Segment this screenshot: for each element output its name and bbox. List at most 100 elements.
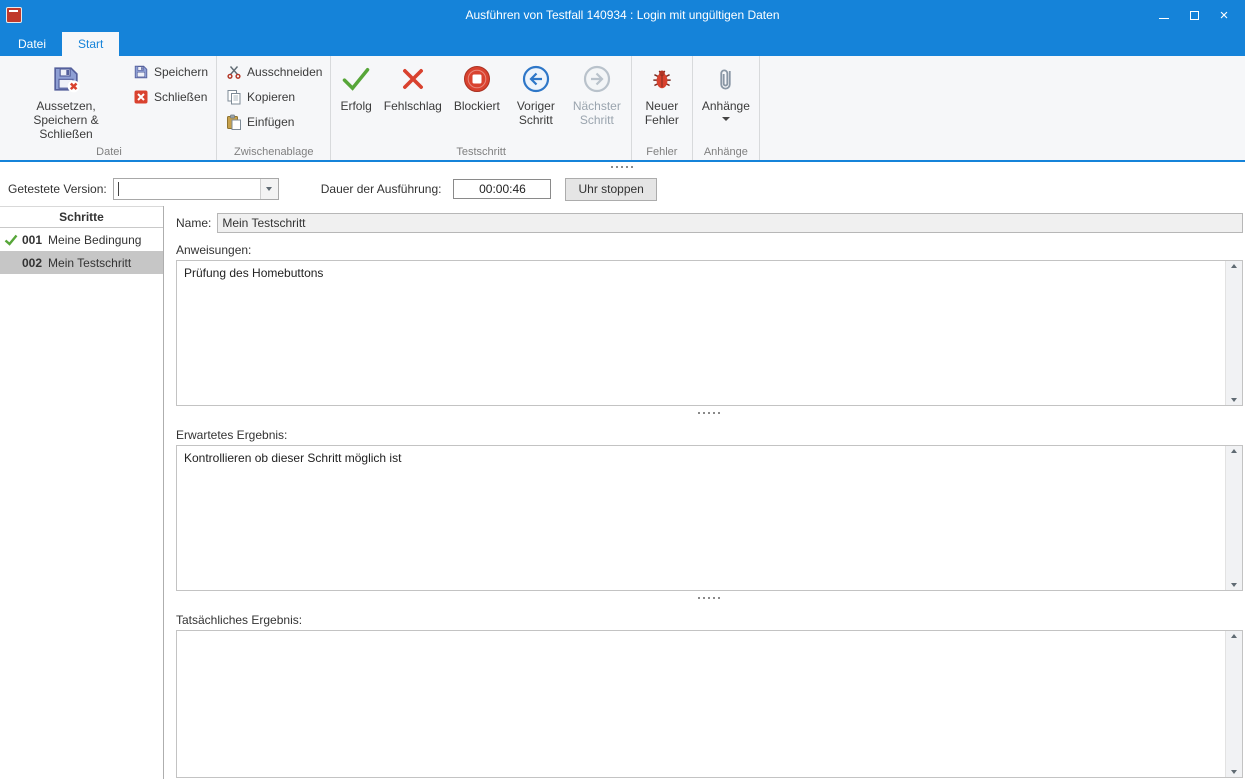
suspend-save-close-button[interactable]: Aussetzen, Speichern & Schließen xyxy=(5,58,127,144)
x-icon xyxy=(400,61,426,97)
paste-label: Einfügen xyxy=(247,115,294,129)
close-testcase-label: Schließen xyxy=(154,90,207,104)
blockiert-button[interactable]: Blockiert xyxy=(448,58,506,116)
save-label: Speichern xyxy=(154,65,208,79)
expected-result-box: Kontrollieren ob dieser Schritt möglich … xyxy=(176,445,1243,591)
arrow-right-circle-icon xyxy=(583,61,611,97)
tab-start[interactable]: Start xyxy=(62,32,119,56)
combobox-dropdown-button[interactable] xyxy=(260,179,278,199)
minimize-button[interactable] xyxy=(1149,0,1179,30)
expected-result-textarea[interactable]: Kontrollieren ob dieser Schritt möglich … xyxy=(177,446,1225,590)
chevron-down-icon xyxy=(722,117,730,121)
grip-dots-icon xyxy=(698,597,700,599)
group-label-datei: Datei xyxy=(2,146,216,158)
fehlschlag-button[interactable]: Fehlschlag xyxy=(378,58,448,116)
scroll-up-icon xyxy=(1231,264,1237,268)
step-label: Meine Bedingung xyxy=(48,233,141,247)
tested-version-combobox[interactable] xyxy=(113,178,279,200)
steps-panel: Schritte 001 Meine Bedingung 002 Mein Te… xyxy=(0,206,164,779)
naechster-schritt-button[interactable]: Nächster Schritt xyxy=(566,58,628,130)
erfolg-label: Erfolg xyxy=(340,99,371,113)
minimize-icon xyxy=(1159,18,1169,19)
name-field[interactable] xyxy=(217,213,1243,233)
cut-button[interactable]: Ausschneiden xyxy=(220,61,327,83)
titlebar: Ausführen von Testfall 140934 : Login mi… xyxy=(0,0,1245,30)
group-label-fehler: Fehler xyxy=(632,146,692,158)
instructions-textarea[interactable]: Prüfung des Homebuttons xyxy=(177,261,1225,405)
scroll-down-icon xyxy=(1231,398,1237,402)
maximize-button[interactable] xyxy=(1179,0,1209,30)
group-label-testschritt: Testschritt xyxy=(331,146,630,158)
ribbon-grip[interactable] xyxy=(0,162,1245,172)
close-button[interactable]: × xyxy=(1209,0,1239,30)
actual-result-textarea[interactable] xyxy=(177,631,1225,777)
neuer-fehler-button[interactable]: Neuer Fehler xyxy=(635,58,689,130)
app-icon[interactable] xyxy=(6,7,22,23)
text-caret xyxy=(118,182,119,196)
step-row-001[interactable]: 001 Meine Bedingung xyxy=(0,228,163,251)
neuer-fehler-label: Neuer Fehler xyxy=(641,99,683,127)
step-detail-form: Name: Anweisungen: Prüfung des Homebutto… xyxy=(164,206,1245,779)
copy-icon xyxy=(225,89,242,105)
actual-result-box xyxy=(176,630,1243,778)
paste-icon xyxy=(225,114,242,130)
expected-result-label: Erwartetes Ergebnis: xyxy=(176,428,1243,442)
ribbon: Aussetzen, Speichern & Schließen Speiche… xyxy=(0,56,1245,162)
tested-version-label: Getestete Version: xyxy=(8,182,107,196)
main-content: Schritte 001 Meine Bedingung 002 Mein Te… xyxy=(0,206,1245,779)
tab-datei[interactable]: Datei xyxy=(2,32,62,56)
step-number: 001 xyxy=(22,233,42,247)
window-title: Ausführen von Testfall 140934 : Login mi… xyxy=(0,8,1245,22)
voriger-schritt-button[interactable]: Voriger Schritt xyxy=(506,58,566,130)
actual-result-scrollbar[interactable] xyxy=(1225,631,1242,777)
copy-label: Kopieren xyxy=(247,90,295,104)
expected-result-scrollbar[interactable] xyxy=(1225,446,1242,590)
paste-button[interactable]: Einfügen xyxy=(220,111,327,133)
close-red-icon xyxy=(132,89,149,105)
group-label-zwischenablage: Zwischenablage xyxy=(217,146,330,158)
erfolg-button[interactable]: Erfolg xyxy=(334,58,377,116)
execution-toolbar: Getestete Version: Dauer der Ausführung:… xyxy=(0,172,1245,206)
blockiert-label: Blockiert xyxy=(454,99,500,113)
instructions-scrollbar[interactable] xyxy=(1225,261,1242,405)
fehlschlag-label: Fehlschlag xyxy=(384,99,442,113)
ribbon-group-testschritt: Erfolg Fehlschlag Blocki xyxy=(331,56,631,160)
bug-icon xyxy=(649,61,675,97)
scissors-icon xyxy=(225,64,242,80)
instructions-label: Anweisungen: xyxy=(176,243,1243,257)
close-testcase-button[interactable]: Schließen xyxy=(127,86,213,108)
splitter-grip[interactable] xyxy=(176,591,1243,604)
instructions-box: Prüfung des Homebuttons xyxy=(176,260,1243,406)
steps-panel-header: Schritte xyxy=(0,206,163,228)
anhaenge-button[interactable]: Anhänge xyxy=(696,58,756,124)
ribbon-group-fehler: Neuer Fehler Fehler xyxy=(632,56,693,160)
name-label: Name: xyxy=(176,216,211,230)
stop-clock-button[interactable]: Uhr stoppen xyxy=(565,178,656,201)
anhaenge-label: Anhänge xyxy=(702,99,750,113)
tested-version-value xyxy=(114,179,260,199)
save-button[interactable]: Speichern xyxy=(127,61,213,83)
check-icon xyxy=(341,61,371,97)
ribbon-group-anhaenge: Anhänge Anhänge xyxy=(693,56,760,160)
copy-button[interactable]: Kopieren xyxy=(220,86,327,108)
scroll-up-icon xyxy=(1231,634,1237,638)
step-label: Mein Testschritt xyxy=(48,256,131,270)
stop-icon xyxy=(463,61,491,97)
grip-dots-icon xyxy=(698,412,700,414)
step-row-002[interactable]: 002 Mein Testschritt xyxy=(0,251,163,274)
ribbon-tab-bar: Datei Start xyxy=(0,30,1245,56)
scroll-down-icon xyxy=(1231,770,1237,774)
group-label-anhaenge: Anhänge xyxy=(693,146,759,158)
chevron-down-icon xyxy=(266,187,272,191)
splitter-grip[interactable] xyxy=(176,406,1243,419)
cut-label: Ausschneiden xyxy=(247,65,322,79)
duration-field[interactable] xyxy=(453,179,551,199)
naechster-schritt-label: Nächster Schritt xyxy=(572,99,622,127)
arrow-left-circle-icon xyxy=(522,61,550,97)
scroll-down-icon xyxy=(1231,583,1237,587)
save-close-icon xyxy=(51,61,81,97)
maximize-icon xyxy=(1190,11,1199,20)
suspend-save-close-label: Aussetzen, Speichern & Schließen xyxy=(11,99,121,141)
scroll-up-icon xyxy=(1231,449,1237,453)
voriger-schritt-label: Voriger Schritt xyxy=(512,99,560,127)
